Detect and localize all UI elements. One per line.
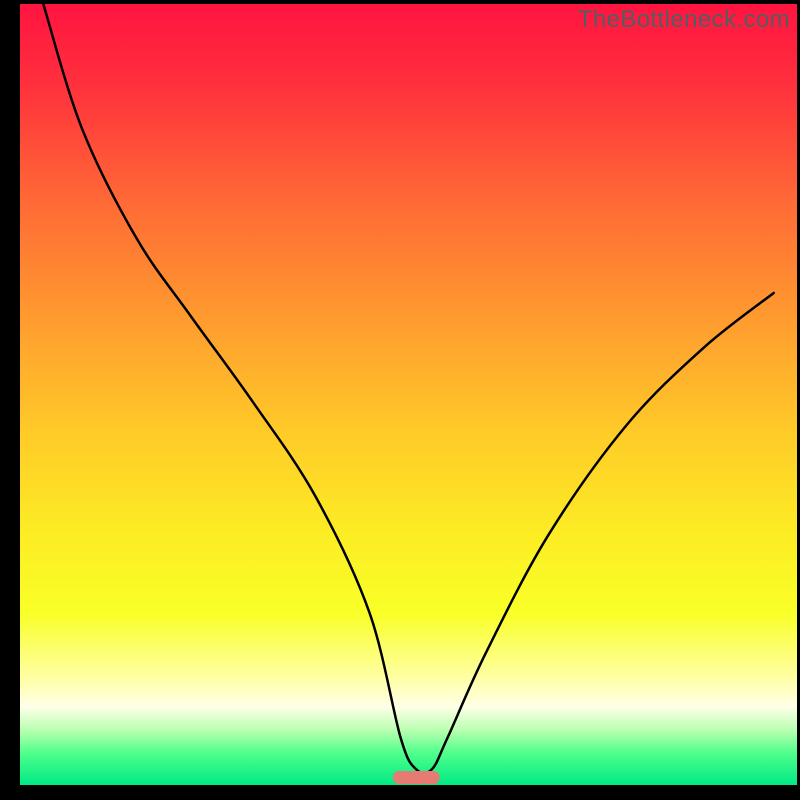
- watermark-text: TheBottleneck.com: [578, 6, 790, 34]
- chart-frame: TheBottleneck.com: [0, 0, 800, 800]
- bottleneck-chart: [0, 0, 800, 800]
- plot-background: [20, 4, 797, 785]
- optimal-range-marker: [393, 771, 440, 784]
